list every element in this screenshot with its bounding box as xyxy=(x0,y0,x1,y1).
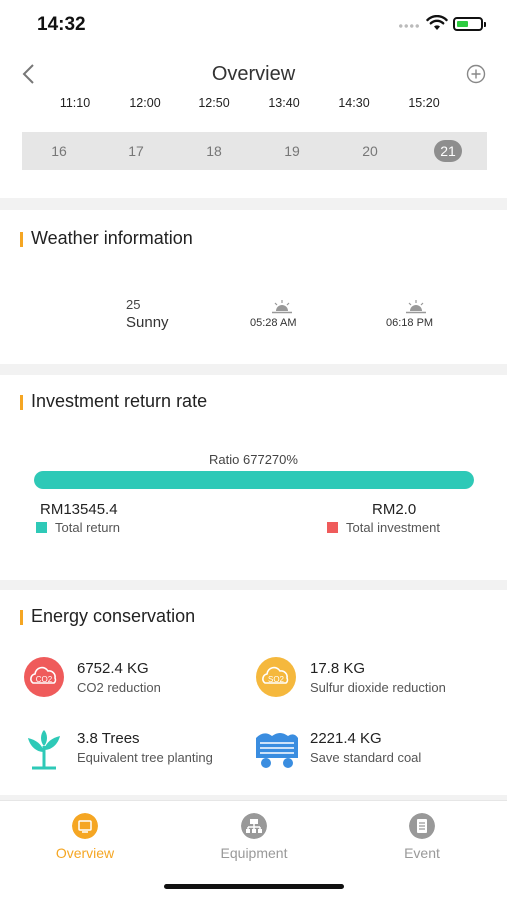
tab-overview[interactable]: Overview xyxy=(25,813,145,861)
date-item[interactable]: 16 xyxy=(42,132,76,170)
tree-label: Equivalent tree planting xyxy=(77,750,213,765)
co2-cloud-icon: CO2 xyxy=(24,657,64,697)
coal-cart-icon xyxy=(256,733,298,768)
date-item-selected[interactable]: 21 xyxy=(434,140,462,162)
tree-value: 3.8 Trees xyxy=(77,730,140,747)
sunrise-time: 05:28 AM xyxy=(250,317,297,329)
time-label: 14:30 xyxy=(338,96,370,110)
event-icon xyxy=(409,813,435,839)
sunset-time: 06:18 PM xyxy=(386,317,434,329)
date-item[interactable]: 18 xyxy=(197,132,231,170)
overview-header: Overview 11:10 12:00 12:50 13:40 14:30 1… xyxy=(0,50,507,198)
return-ratio-bar xyxy=(34,471,474,489)
sunrise-icon xyxy=(272,300,292,314)
legend-label: Total investment xyxy=(346,520,440,535)
total-investment-value: RM2.0 xyxy=(372,501,417,518)
date-item[interactable]: 19 xyxy=(275,132,309,170)
tab-equipment[interactable]: Equipment xyxy=(194,813,314,861)
temperature-value: 25 xyxy=(126,297,141,312)
sunset-icon xyxy=(406,300,426,314)
so2-value: 17.8 KG xyxy=(310,660,366,677)
weather-section-title: Weather information xyxy=(20,228,193,249)
so2-label: Sulfur dioxide reduction xyxy=(310,680,446,695)
coal-value: 2221.4 KG xyxy=(310,730,382,747)
status-bar: 14:32 xyxy=(0,0,507,50)
tree-icon xyxy=(28,730,60,770)
ratio-label: Ratio 677270% xyxy=(209,452,298,467)
co2-value: 6752.4 KG xyxy=(77,660,149,677)
time-label: 11:10 xyxy=(59,96,91,110)
legend-swatch xyxy=(327,522,338,533)
total-investment-legend: Total investment xyxy=(327,520,440,535)
so2-badge-text: SO2 xyxy=(268,675,285,684)
date-item[interactable]: 17 xyxy=(119,132,153,170)
add-icon[interactable] xyxy=(466,64,486,84)
co2-badge-text: CO2 xyxy=(36,675,53,684)
wifi-icon xyxy=(426,15,448,30)
investment-section-title: Investment return rate xyxy=(20,391,207,412)
so2-cloud-icon: SO2 xyxy=(256,657,296,697)
co2-label: CO2 reduction xyxy=(77,680,161,695)
return-ratio-bar-fill xyxy=(34,471,474,489)
status-time: 14:32 xyxy=(37,14,86,35)
signal-icon xyxy=(398,24,420,28)
overview-icon xyxy=(72,813,98,839)
equipment-icon xyxy=(241,813,267,839)
time-label: 15:20 xyxy=(408,96,440,110)
page-title: Overview xyxy=(211,63,296,85)
date-selector: 16 17 18 19 20 21 xyxy=(22,132,487,170)
battery-icon xyxy=(453,17,486,31)
tab-label: Equipment xyxy=(220,845,288,861)
coal-label: Save standard coal xyxy=(310,750,422,765)
time-label: 12:50 xyxy=(198,96,230,110)
time-label: 12:00 xyxy=(129,96,161,110)
tab-event[interactable]: Event xyxy=(362,813,482,861)
legend-swatch xyxy=(36,522,47,533)
home-indicator[interactable] xyxy=(164,884,344,889)
energy-section-title: Energy conservation xyxy=(20,606,195,627)
total-return-legend: Total return xyxy=(36,520,120,535)
weather-condition: Sunny xyxy=(126,314,169,331)
date-item[interactable]: 20 xyxy=(353,132,387,170)
tab-label: Overview xyxy=(55,845,115,861)
tab-label: Event xyxy=(404,845,440,861)
legend-label: Total return xyxy=(55,520,121,535)
time-row: 11:10 12:00 12:50 13:40 14:30 15:20 xyxy=(0,96,507,112)
total-return-value: RM13545.4 xyxy=(40,501,118,518)
time-label: 13:40 xyxy=(268,96,300,110)
